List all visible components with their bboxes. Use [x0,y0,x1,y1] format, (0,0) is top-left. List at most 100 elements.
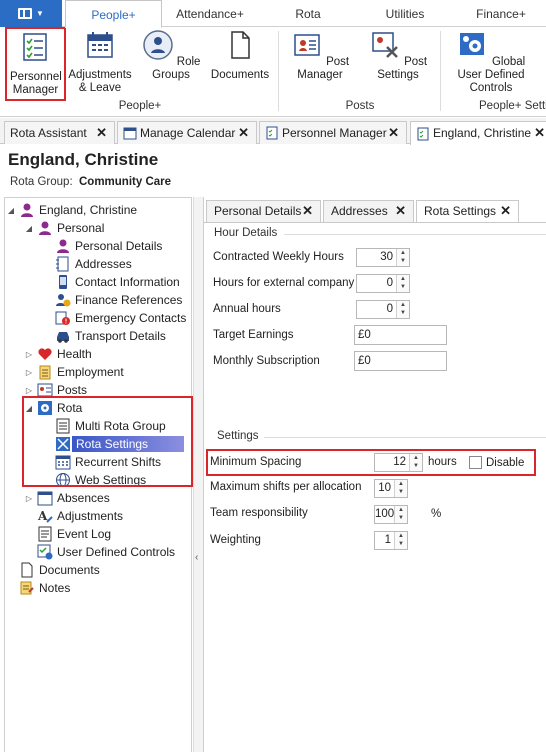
tree-node-employment[interactable]: ▷ Employment [25,363,124,381]
close-icon[interactable]: ✕ [500,201,511,221]
group-label-people-settings: People+ Setti [479,100,546,112]
post-settings-button[interactable]: Post Settings [363,29,433,82]
person-icon [39,221,51,235]
personnel-manager-button[interactable]: Personnel Manager [5,27,66,101]
maximum-shifts-stepper[interactable]: 10 ▲ ▼ [374,479,408,498]
close-icon[interactable]: ✕ [238,122,249,143]
collapse-left-icon[interactable]: ‹ [195,552,198,563]
tree-node-personal[interactable]: ◢ Personal [25,219,104,237]
tree-label: Transport Details [75,329,166,343]
panel-tab-personal-details[interactable]: Personal Details ✕ [206,200,321,222]
tree-node-finance-references[interactable]: Finance References [55,291,182,309]
expand-icon[interactable]: ▷ [25,350,33,359]
personnel-list-icon [22,33,47,61]
app-menu-button[interactable]: ▼ [0,0,62,27]
monthly-subscription-label: Monthly Subscription [213,355,320,367]
tree-node-event-log[interactable]: Event Log [37,525,111,543]
tab-attendance[interactable]: Attendance+ [167,0,253,28]
weighting-stepper[interactable]: 1 ▲ ▼ [374,531,408,550]
global-user-defined-controls-button[interactable]: Global User Defined Controls [446,29,536,95]
monthly-subscription-field[interactable]: £0 [354,351,447,371]
spin-arrows-icon[interactable]: ▲ ▼ [396,275,409,292]
doc-tab-personnel-manager[interactable]: Personnel Manager ✕ [259,121,407,144]
tree-label: Employment [57,365,124,379]
doc-tab-rota-assistant[interactable]: Rota Assistant ✕ [4,121,115,144]
panel-tab-rota-settings[interactable]: Rota Settings ✕ [416,200,519,223]
spin-arrows-icon[interactable]: ▲ ▼ [396,249,409,266]
close-icon[interactable]: ✕ [96,122,107,143]
spin-arrows-icon[interactable]: ▲ ▼ [394,480,407,497]
minimum-spacing-stepper[interactable]: 12 ▲ ▼ [374,453,423,472]
tab-utilities[interactable]: Utilities [370,0,440,28]
panel-tab-label: Rota Settings [424,204,497,218]
emergency-contact-icon [55,311,70,325]
app-menu-icon [18,8,33,19]
collapse-icon[interactable]: ◢ [7,206,15,215]
spin-arrows-icon[interactable]: ▲ ▼ [396,301,409,318]
post-manager-button[interactable]: Post Manager [283,29,357,82]
tree-label: Addresses [75,257,132,271]
tree-node-user-defined-controls[interactable]: User Defined Controls [37,543,175,561]
tree-node-personal-details[interactable]: Personal Details [55,237,162,255]
tab-finance[interactable]: Finance+ [466,0,536,28]
tab-rota[interactable]: Rota [278,0,338,28]
hours-external-company-stepper[interactable]: 0 ▲ ▼ [356,274,410,293]
role-groups-button[interactable]: Role Groups [140,29,202,82]
stepper-value: 100 [375,508,395,520]
documents-button[interactable]: Documents [209,29,271,82]
annual-hours-stepper[interactable]: 0 ▲ ▼ [356,300,410,319]
event-log-icon [38,526,52,542]
settings-heading: Settings [217,430,259,442]
target-earnings-field[interactable]: £0 [354,325,447,345]
expand-icon[interactable]: ▷ [25,386,33,395]
tree-label: Event Log [57,527,112,541]
spin-arrows-icon[interactable]: ▲ ▼ [394,506,407,523]
tree-node-documents[interactable]: Documents [19,561,100,579]
group-label-people: People+ [118,100,162,112]
expand-icon[interactable]: ▷ [25,494,33,503]
tree-node-absences[interactable]: ▷ Absences [25,489,110,507]
stepper-value: 30 [380,251,393,263]
adjustments-leave-button[interactable]: Adjustments & Leave [68,29,132,95]
spin-arrows-icon[interactable]: ▲ ▼ [394,532,407,549]
tree-node-addresses[interactable]: Addresses [55,255,132,273]
hour-details-heading: Hour Details [214,227,278,239]
panel-tab-addresses[interactable]: Addresses ✕ [323,200,414,222]
tab-people[interactable]: People+ [65,0,162,28]
ribbon: Personnel Manager Adjustments & Leave Ro… [0,27,546,117]
tree-node-emergency-contacts[interactable]: Emergency Contacts [55,309,186,327]
close-icon[interactable]: ✕ [388,122,399,143]
tree-node-contact-information[interactable]: Contact Information [55,273,180,291]
tree-label: Personal Details [75,239,163,253]
finance-icon [56,294,71,307]
chevron-down-icon: ▼ [36,9,44,18]
tree-node-health[interactable]: ▷ Health [25,345,92,363]
disable-checkbox[interactable] [469,456,482,469]
doc-tab-manage-calendar[interactable]: Manage Calendar ✕ [117,121,257,144]
svg-text:A: A [37,509,48,523]
expand-icon[interactable]: ▷ [25,368,33,377]
team-responsibility-label: Team responsibility [210,507,308,519]
tree-node-adjustments[interactable]: A Adjustments [37,507,123,525]
stepper-value: 1 [384,534,391,546]
rota-group-value: Community Care [79,176,172,188]
close-icon[interactable]: ✕ [395,201,406,221]
close-icon[interactable]: ✕ [534,122,545,143]
tree-node-transport-details[interactable]: Transport Details [55,327,166,345]
spin-arrows-icon[interactable]: ▲ ▼ [409,454,422,471]
doc-tab-label: Personnel Manager [282,125,387,140]
contracted-weekly-hours-stepper[interactable]: 30 ▲ ▼ [356,248,410,267]
panel-tab-label: Personal Details [214,204,302,218]
tree-label: Adjustments [57,509,124,523]
doc-tab-england-christine[interactable]: England, Christine ✕ [410,121,546,145]
team-responsibility-stepper[interactable]: 100 ▲ ▼ [374,505,408,524]
collapse-icon[interactable]: ◢ [25,224,33,233]
group-separator [440,31,441,111]
panel-splitter[interactable]: ‹ [193,197,203,752]
maximum-shifts-label: Maximum shifts per allocation [210,481,362,493]
tree-node-root[interactable]: ◢ England, Christine [7,201,137,219]
tree-label: Health [57,347,92,361]
tree-node-notes[interactable]: Notes [19,579,70,597]
tree-label: England, Christine [39,203,138,217]
close-icon[interactable]: ✕ [302,201,313,221]
